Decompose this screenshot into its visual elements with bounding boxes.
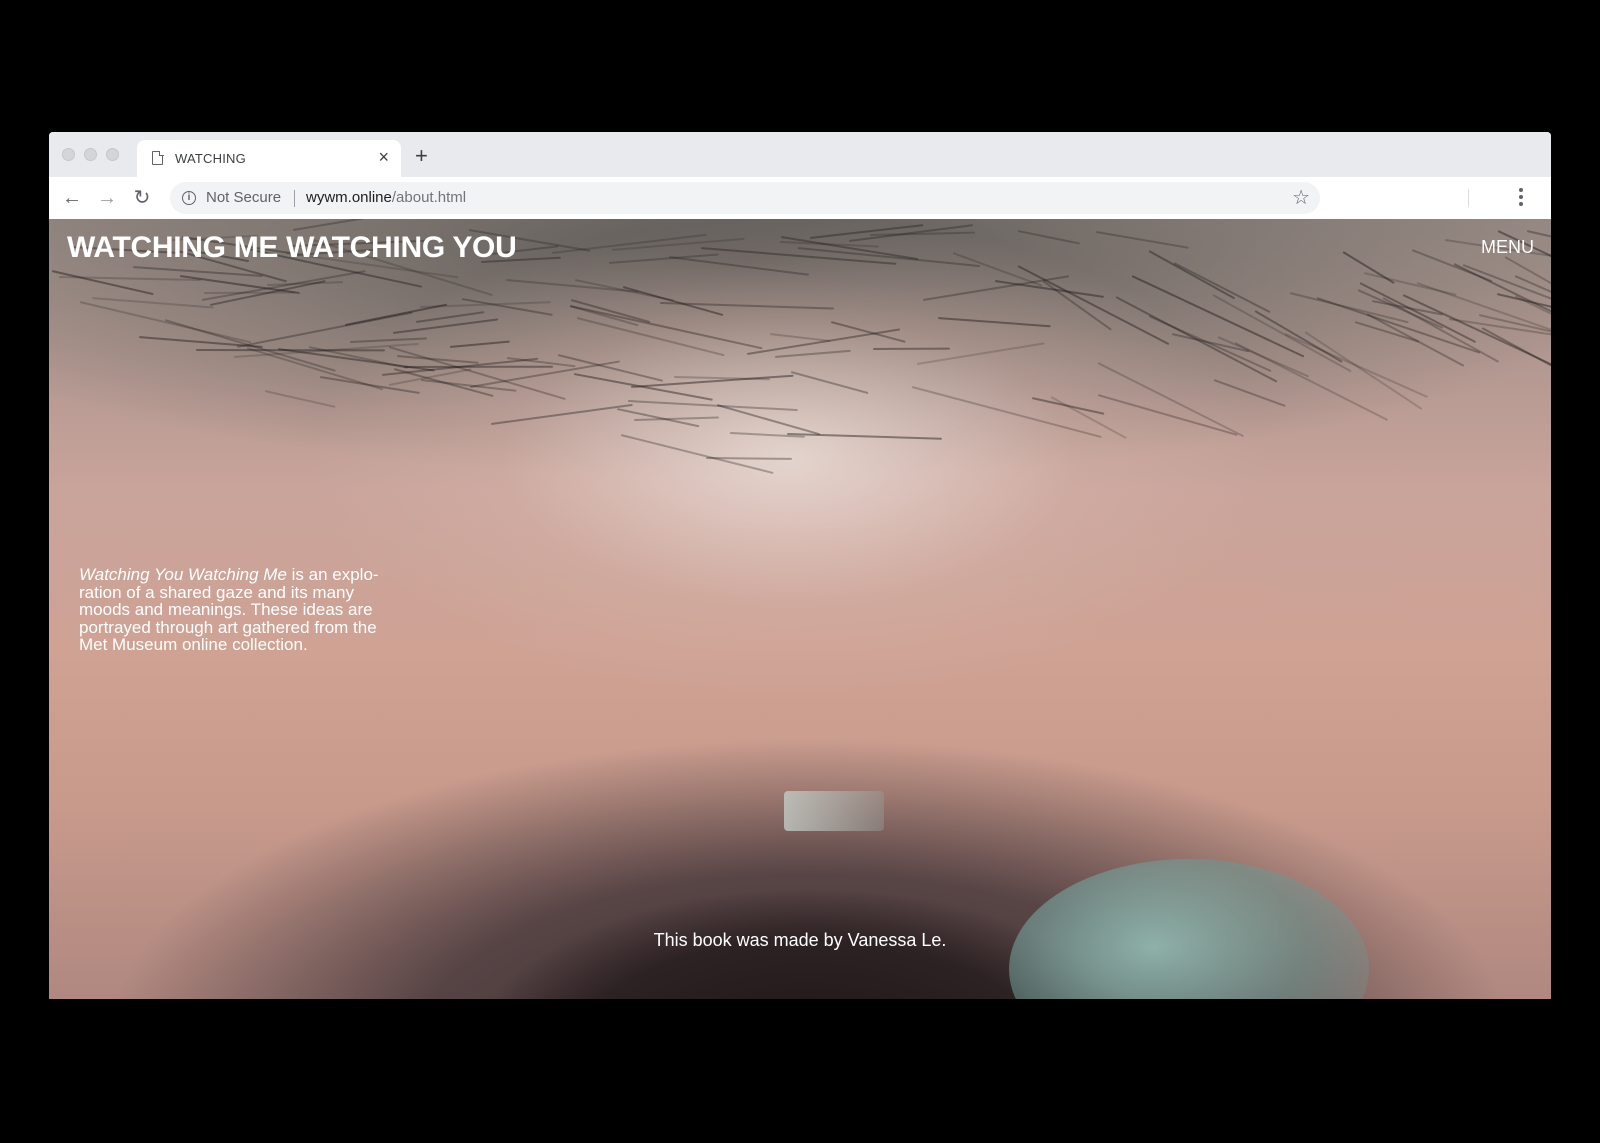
- eyebrow-hair: [1304, 331, 1422, 411]
- menu-link[interactable]: MENU: [1481, 237, 1534, 258]
- site-title[interactable]: WATCHING ME WATCHING YOU: [67, 231, 517, 265]
- eyebrow-hair: [51, 269, 154, 295]
- eyebrow-hair: [1017, 265, 1170, 346]
- eyebrow-hair: [1148, 250, 1235, 300]
- iris-highlight: [1009, 859, 1369, 999]
- reload-icon[interactable]: ↻: [130, 186, 154, 210]
- eyebrow-hair: [1095, 231, 1189, 250]
- info-icon[interactable]: i: [182, 191, 196, 205]
- eyebrow-hair: [404, 365, 553, 368]
- forward-arrow-icon[interactable]: →: [95, 186, 119, 210]
- eyebrow-hair: [569, 304, 763, 349]
- eyebrow-hair: [1342, 250, 1396, 284]
- eyebrow-hair: [1359, 281, 1477, 343]
- about-title-italic: Watching You Watching Me: [79, 565, 287, 584]
- eyebrow-hair: [1234, 342, 1389, 422]
- eyebrow-hair: [1411, 248, 1493, 282]
- eyebrow-hair: [393, 317, 499, 334]
- omnibox-divider: [294, 190, 295, 207]
- eyebrow-hair: [623, 285, 724, 316]
- eyebrow-hair: [1097, 394, 1239, 437]
- eyebrow-hair: [237, 311, 414, 349]
- eyebrow-hair: [937, 316, 1051, 327]
- eyebrow-hair: [1284, 333, 1429, 399]
- new-tab-button[interactable]: +: [415, 145, 428, 167]
- back-arrow-icon[interactable]: ←: [60, 186, 84, 210]
- url-domain: wywm.online: [306, 189, 392, 206]
- page-content: WATCHING ME WATCHING YOU MENU Watching Y…: [49, 219, 1551, 999]
- zoom-window-button[interactable]: [106, 148, 119, 161]
- tab-active[interactable]: WATCHING ×: [137, 140, 401, 177]
- eyebrow-hair: [1504, 256, 1551, 292]
- eyebrow-hair: [1212, 294, 1352, 373]
- toolbar-divider: [1468, 189, 1469, 207]
- eyebrow-hair: [872, 347, 950, 351]
- bookmark-star-icon[interactable]: ☆: [1292, 185, 1310, 210]
- close-window-button[interactable]: [62, 148, 75, 161]
- eyebrow-hair: [491, 403, 634, 425]
- eyebrow-hair: [91, 296, 214, 309]
- eyebrow-hair: [916, 342, 1045, 365]
- eyebrow-hair: [195, 348, 386, 352]
- eyebrow-hair: [1214, 379, 1287, 408]
- eyebrow-hair: [292, 219, 439, 232]
- eyebrow-hair: [350, 337, 428, 343]
- eyebrow-hair: [1173, 262, 1272, 314]
- eyebrow-hair: [608, 253, 719, 265]
- browser-window: WATCHING × + ← → ↻ i Not Secure wywm.onl…: [49, 132, 1551, 999]
- eyebrow-hair: [1402, 294, 1551, 381]
- tab-title: WATCHING: [175, 151, 246, 166]
- eyebrow-hair: [911, 385, 1101, 438]
- eyebrow-hair: [787, 432, 943, 440]
- browser-toolbar: ← → ↻ i Not Secure wywm.online/about.htm…: [49, 177, 1551, 219]
- eyebrow-hair: [790, 370, 869, 395]
- eyebrow-hair: [774, 350, 851, 359]
- eyebrow-hair: [1366, 313, 1465, 368]
- eyebrow-hair: [1481, 327, 1551, 415]
- eyebrow-hair: [164, 318, 336, 372]
- address-bar[interactable]: i Not Secure wywm.online/about.html ☆: [170, 182, 1320, 214]
- eyebrow-hair: [628, 400, 798, 412]
- security-label[interactable]: Not Secure: [206, 189, 281, 206]
- eyebrow-hair: [319, 375, 420, 394]
- credit-line: This book was made by Vanessa Le.: [653, 930, 947, 950]
- eyebrow-hair: [669, 256, 810, 276]
- eyebrow-hair: [449, 340, 511, 348]
- tab-bar: WATCHING × +: [49, 132, 1551, 177]
- tab-close-icon[interactable]: ×: [378, 148, 389, 166]
- eyebrow-hair: [1115, 295, 1278, 383]
- eyebrow-hair: [201, 270, 366, 302]
- page-icon: [152, 150, 164, 165]
- about-paragraph: Watching You Watching Me is an explo-rat…: [79, 566, 409, 654]
- eyebrow-hair: [810, 223, 925, 239]
- eyebrow-hair: [620, 434, 773, 475]
- eyebrow-hair: [506, 279, 639, 294]
- minimize-window-button[interactable]: [84, 148, 97, 161]
- more-menu-icon[interactable]: [1519, 188, 1523, 208]
- eyebrow-hair: [1017, 230, 1080, 245]
- url-text[interactable]: wywm.online/about.html: [306, 189, 466, 206]
- eyebrow-hair: [264, 389, 335, 408]
- url-path: /about.html: [391, 189, 467, 206]
- eye-reflection: [784, 791, 884, 831]
